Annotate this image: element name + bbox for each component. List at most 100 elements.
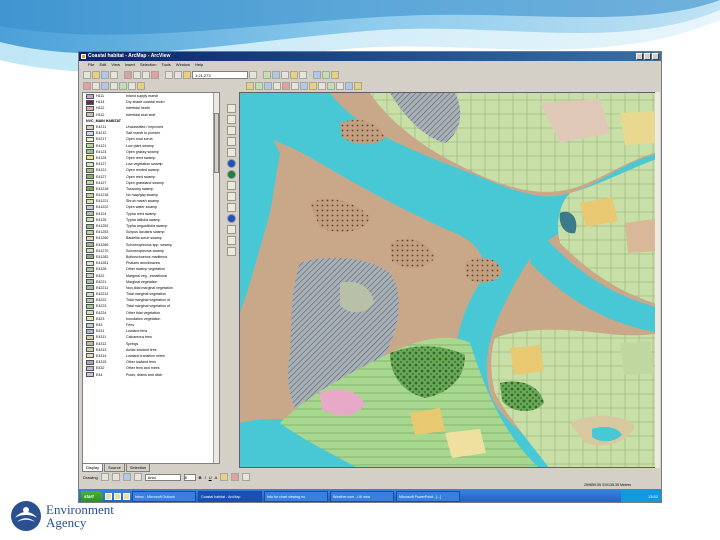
map-scale-field[interactable]: 1:21,273 <box>192 70 248 79</box>
add-data-icon[interactable] <box>183 70 191 79</box>
extra-tool-2-icon[interactable] <box>322 70 330 79</box>
legend-row[interactable]: E44 Pools, drains and ditch <box>83 371 219 378</box>
fixed-zoom-in-icon[interactable] <box>282 81 290 90</box>
tool-f-icon[interactable] <box>128 81 136 90</box>
forward-arrow-icon[interactable] <box>226 192 236 201</box>
legend-code: E4125 <box>96 217 107 222</box>
tool-e-icon[interactable] <box>119 81 127 90</box>
copy-icon[interactable] <box>133 70 141 79</box>
drawing-menu[interactable]: Drawing <box>83 475 98 480</box>
text-tool-icon[interactable] <box>133 473 142 481</box>
font-select[interactable]: Arial <box>144 473 181 481</box>
extra-tool-icon[interactable] <box>313 70 321 79</box>
legend-description: Baldellia scrub swamp <box>126 236 162 241</box>
font-color-button[interactable]: A <box>215 475 218 480</box>
zoom-out-icon[interactable] <box>226 115 236 124</box>
tool-b-icon[interactable] <box>92 81 100 90</box>
full-extent-globe-icon[interactable] <box>226 170 236 179</box>
scale-dropdown-icon[interactable] <box>249 70 257 79</box>
undo-icon[interactable] <box>165 70 173 79</box>
toc-scrollbar[interactable] <box>213 93 219 463</box>
binoculars-icon[interactable] <box>226 225 236 234</box>
delete-icon[interactable] <box>151 70 159 79</box>
menu-edit[interactable]: Edit <box>99 61 106 69</box>
marker-color-icon[interactable] <box>242 473 251 481</box>
close-button[interactable] <box>652 53 659 60</box>
editor-toolbar-icon[interactable] <box>263 70 271 79</box>
task-powerpoint[interactable]: Microsoft PowerPoint - [...] <box>396 491 460 502</box>
next-extent-icon[interactable] <box>309 81 317 90</box>
quicklaunch-outlook-icon[interactable] <box>123 493 130 500</box>
tool-a-icon[interactable] <box>83 81 91 90</box>
redo-icon[interactable] <box>174 70 182 79</box>
rectangle-tool-icon[interactable] <box>122 473 131 481</box>
menu-help[interactable]: Help <box>195 61 203 69</box>
task-info[interactable]: Info for chart viewing no <box>264 491 328 502</box>
fill-color-icon[interactable] <box>220 473 229 481</box>
identify-icon[interactable] <box>327 81 335 90</box>
map-view[interactable] <box>239 92 659 468</box>
previous-extent-icon[interactable] <box>300 81 308 90</box>
menu-file[interactable]: File <box>88 61 94 69</box>
task-arcmap[interactable]: Coastal habitat - ArcMap <box>198 491 262 502</box>
tab-display[interactable]: Display <box>82 464 104 472</box>
back-arrow-icon[interactable] <box>226 181 236 190</box>
ruler-icon[interactable] <box>226 236 236 245</box>
rotate-icon[interactable] <box>111 473 120 481</box>
lightning-icon[interactable] <box>226 247 236 256</box>
hyperlink-icon[interactable] <box>354 81 362 90</box>
legend-description: Springs <box>126 341 139 346</box>
command-line-icon[interactable] <box>281 70 289 79</box>
tool-g-icon[interactable] <box>137 81 145 90</box>
line-color-icon[interactable] <box>231 473 240 481</box>
tool-c-icon[interactable] <box>101 81 109 90</box>
extra-tool-3-icon[interactable] <box>331 70 339 79</box>
tool-d-icon[interactable] <box>110 81 118 90</box>
fixed-zoom-out-icon[interactable] <box>291 81 299 90</box>
maximize-button[interactable] <box>644 53 651 60</box>
task-outlook[interactable]: Inbox - Microsoft Outlook <box>132 491 196 502</box>
pan-tool-icon[interactable] <box>264 81 272 90</box>
arctoolbox-icon[interactable] <box>272 70 280 79</box>
measure-icon[interactable] <box>345 81 353 90</box>
zoom-out-tool-icon[interactable] <box>255 81 263 90</box>
fixed-zoom-out-icon-2[interactable] <box>226 137 236 146</box>
menu-insert[interactable]: Insert <box>125 61 135 69</box>
identify-info-icon[interactable] <box>226 214 236 223</box>
quicklaunch-desktop-icon[interactable] <box>105 493 112 500</box>
italic-button[interactable]: I <box>205 475 206 480</box>
quicklaunch-ie-icon[interactable] <box>114 493 121 500</box>
tab-source[interactable]: Source <box>104 464 125 472</box>
legend-description: Typha reed swamp <box>126 211 157 216</box>
select-elements-icon[interactable] <box>100 473 109 481</box>
find-icon[interactable] <box>336 81 344 90</box>
tab-selection[interactable]: Selection <box>125 464 151 472</box>
zoom-in-tool-icon[interactable] <box>246 81 254 90</box>
help-icon[interactable] <box>299 70 307 79</box>
globe-icon[interactable] <box>226 159 236 168</box>
bold-button[interactable]: B <box>199 475 202 480</box>
fixed-zoom-icon[interactable] <box>226 126 236 135</box>
menu-tools[interactable]: Tools <box>161 61 170 69</box>
print-icon[interactable] <box>110 70 118 79</box>
font-size-select[interactable]: 8 <box>183 473 196 481</box>
arccatalog-icon[interactable] <box>290 70 298 79</box>
pan-icon[interactable] <box>226 148 236 157</box>
menu-view[interactable]: View <box>111 61 120 69</box>
select-arrow-icon[interactable] <box>226 203 236 212</box>
save-icon[interactable] <box>101 70 109 79</box>
task-weather[interactable]: Weather.com - UK wea <box>330 491 394 502</box>
select-features-icon[interactable] <box>318 81 326 90</box>
new-document-icon[interactable] <box>83 70 91 79</box>
minimize-button[interactable] <box>636 53 643 60</box>
paste-icon[interactable] <box>142 70 150 79</box>
cut-icon[interactable] <box>124 70 132 79</box>
zoom-in-icon[interactable] <box>226 104 236 113</box>
menu-window[interactable]: Window <box>176 61 190 69</box>
underline-button[interactable]: U <box>209 475 212 480</box>
menu-selection[interactable]: Selection <box>140 61 156 69</box>
map-scrollbar[interactable] <box>655 92 660 468</box>
open-folder-icon[interactable] <box>92 70 100 79</box>
full-extent-icon[interactable] <box>273 81 281 90</box>
toc-scroll-thumb[interactable] <box>214 113 219 173</box>
